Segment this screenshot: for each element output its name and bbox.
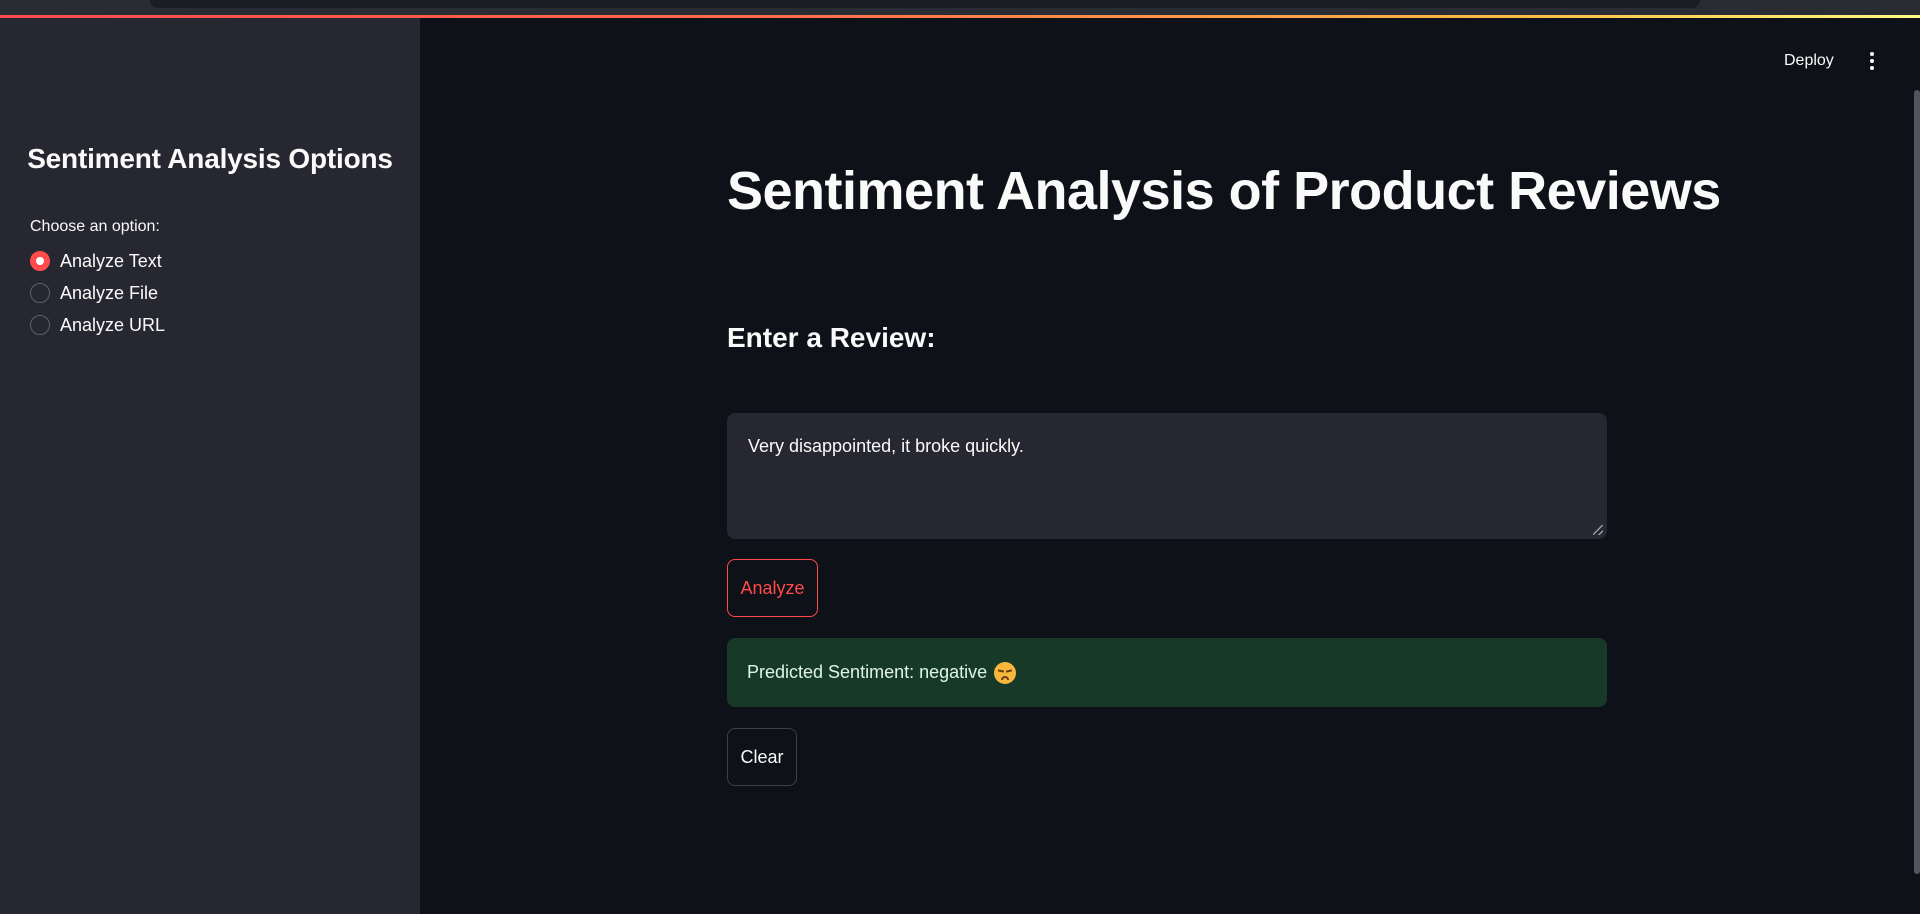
menu-dot [1870,66,1874,70]
review-subheader: Enter a Review: [727,322,936,353]
sidebar: Sentiment Analysis Options Choose an opt… [0,18,420,914]
result-text: Predicted Sentiment: negative [747,662,988,682]
sidebar-title: Sentiment Analysis Options [27,143,393,174]
review-textarea[interactable]: Very disappointed, it broke quickly. [727,413,1607,539]
browser-top-strip [0,0,1920,16]
menu-dot [1870,52,1874,56]
deploy-button[interactable]: Deploy [1772,48,1846,74]
radio-option-analyze-file[interactable]: Analyze File [30,280,158,306]
clear-button[interactable]: Clear [727,728,797,786]
review-text: Very disappointed, it broke quickly. [748,436,1024,456]
radio-group-label: Choose an option: [30,218,160,235]
radio-option-analyze-text[interactable]: Analyze Text [30,248,162,274]
radio-unchecked-icon[interactable] [30,315,50,335]
radio-option-label: Analyze URL [60,314,166,335]
analyze-button[interactable]: Analyze [727,559,818,617]
radio-unchecked-icon[interactable] [30,283,50,303]
main-scrollbar[interactable] [1914,90,1920,874]
page-title: Sentiment Analysis of Product Reviews [727,161,1721,221]
radio-option-label: Analyze File [60,282,159,303]
resize-handle-icon[interactable] [1593,525,1603,535]
radio-option-analyze-url[interactable]: Analyze URL [30,312,165,338]
radio-checked-icon[interactable] [30,251,50,271]
sentiment-result-alert: Predicted Sentiment: negative [727,638,1607,707]
disappointed-face-icon [994,661,1017,684]
menu-dot [1870,59,1874,63]
browser-address-pill [150,0,1700,8]
kebab-menu-icon[interactable] [1862,48,1882,74]
radio-option-label: Analyze Text [60,250,162,271]
